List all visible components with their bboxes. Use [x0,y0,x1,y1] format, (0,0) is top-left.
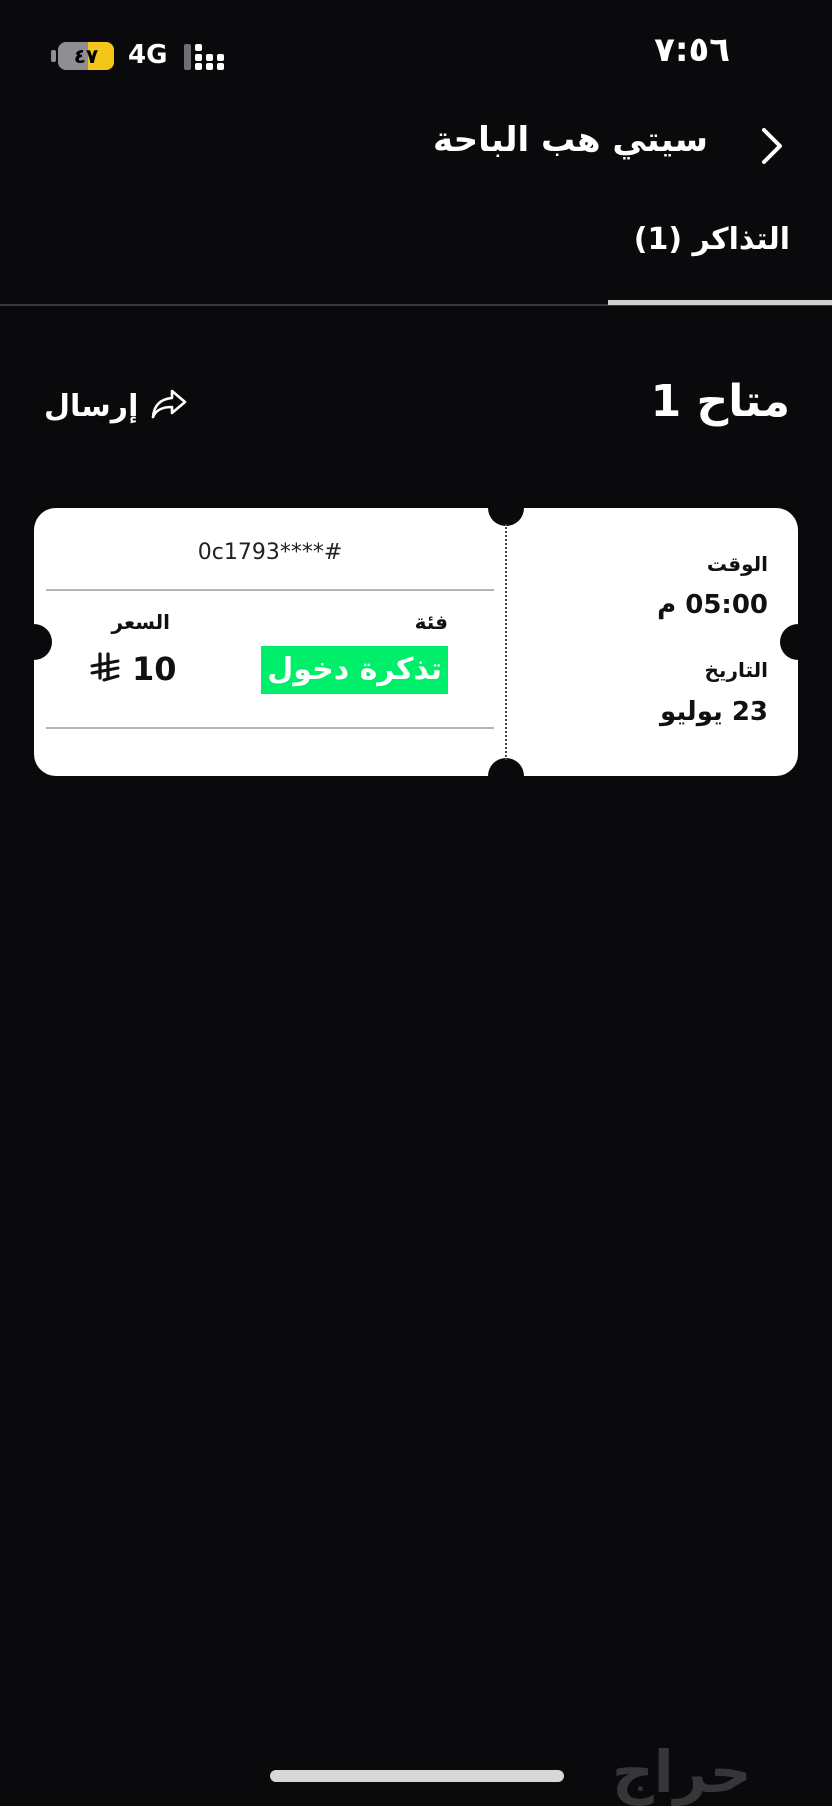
send-button[interactable]: إرسال [44,388,188,424]
tab-active-indicator [608,300,832,305]
watermark-logo: حراج [612,1738,752,1806]
price-label: السعر [111,610,170,634]
share-arrow-icon [150,388,188,424]
back-chevron-icon[interactable] [760,127,784,169]
status-time: ٧:٥٦ [654,30,730,70]
battery-cap [51,50,56,62]
ticket-code: 0c1793****# [197,540,343,565]
price: 10 [90,650,177,688]
battery-label: ٤٧ [73,44,99,68]
network-type: 4G [128,40,168,70]
tab-tickets[interactable]: التذاكر (1) [634,222,790,257]
date-label: التاريخ [704,658,768,682]
riyal-icon [90,652,120,686]
send-label: إرسال [44,388,139,424]
ticket-divider [46,589,494,591]
time-value: 05:00 م [657,590,768,620]
ticket-notch [780,624,816,660]
date-value: 23 يوليو [660,697,768,727]
ticket-notch [488,758,524,794]
page-title: سيتي هب الباحة [432,120,708,160]
category-badge: تذكرة دخول [261,646,448,694]
battery-icon: ٤٧ [58,42,114,70]
ticket-divider [46,727,494,729]
time-label: الوقت [706,552,768,576]
ticket-notch [488,490,524,526]
ticket-notch [16,624,52,660]
signal-bars-icon [184,44,226,74]
home-indicator[interactable] [270,1770,564,1782]
available-count: متاح 1 [650,376,790,427]
category-label: فئة [414,610,448,634]
price-value: 10 [132,650,177,688]
ticket-perforation [505,524,507,760]
